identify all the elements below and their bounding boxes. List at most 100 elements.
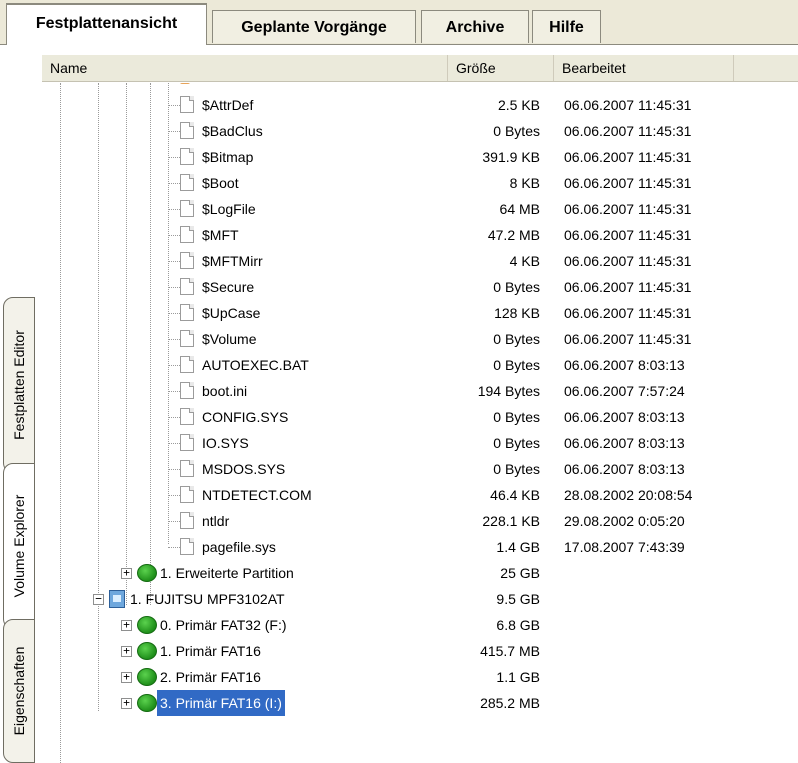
file-modified: 06.06.2007 8:03:13 [564,409,685,425]
partition-size: 285.2 MB [480,695,540,711]
tree-node-partition[interactable]: + 1. Primär FAT16 415.7 MB [42,638,798,664]
column-header-name[interactable]: Name [42,55,448,81]
list-item[interactable]: $LogFile 64 MB 06.06.2007 11:45:31 [42,196,798,222]
file-name: pagefile.sys [202,539,276,555]
list-item[interactable]: IO.SYS 0 Bytes 06.06.2007 8:03:13 [42,430,798,456]
file-icon [180,330,194,347]
file-tree-list: $AttrDef 2.5 KB 06.06.2007 11:45:31 $Bad… [42,83,798,763]
tab-festplattenansicht[interactable]: Festplattenansicht [6,3,207,45]
file-modified: 06.06.2007 11:45:31 [564,227,692,243]
side-tab-label: Festplatten Editor [11,330,27,440]
tree-node-partition[interactable]: + 2. Primär FAT16 1.1 GB [42,664,798,690]
file-size: 0 Bytes [493,279,540,295]
tree-node-partition[interactable]: + 1. Erweiterte Partition 25 GB [42,560,798,586]
list-item[interactable]: boot.ini 194 Bytes 06.06.2007 7:57:24 [42,378,798,404]
tab-geplante-vorgaenge[interactable]: Geplante Vorgänge [212,10,416,43]
file-icon [180,356,194,373]
list-item[interactable]: MSDOS.SYS 0 Bytes 06.06.2007 8:03:13 [42,456,798,482]
file-icon [180,304,194,321]
file-size: 46.4 KB [490,487,540,503]
list-item[interactable]: ntldr 228.1 KB 29.08.2002 0:05:20 [42,508,798,534]
partition-name: 2. Primär FAT16 [160,669,261,685]
file-size: 391.9 KB [482,149,540,165]
file-size: 0 Bytes [493,357,540,373]
list-item[interactable]: $AttrDef 2.5 KB 06.06.2007 11:45:31 [42,92,798,118]
file-modified: 06.06.2007 11:45:31 [564,253,692,269]
side-tab-eigenschaften[interactable]: Eigenschaften [3,619,35,763]
file-modified: 29.08.2002 0:05:20 [564,513,685,529]
side-tab-strip: Festplatten Editor Volume Explorer Eigen… [0,45,42,763]
expand-plus-icon[interactable]: + [121,645,132,657]
file-size: 1.4 GB [496,539,540,555]
column-header-size[interactable]: Größe [448,55,554,81]
file-name: $Secure [202,279,255,295]
file-icon [180,278,194,295]
file-name: $Boot [202,175,239,191]
expand-plus-icon[interactable]: + [121,567,132,579]
partition-size: 1.1 GB [496,669,540,685]
tree-branch [168,469,180,470]
file-size: 0 Bytes [493,123,540,139]
side-tab-volume-explorer[interactable]: Volume Explorer [3,463,35,629]
file-size: 128 KB [494,305,540,321]
file-name: $BadClus [202,123,263,139]
collapse-minus-icon[interactable]: − [93,593,104,605]
file-icon [180,174,194,191]
list-item[interactable]: pagefile.sys 1.4 GB 17.08.2007 7:43:39 [42,534,798,560]
file-modified: 06.06.2007 11:45:31 [564,149,692,165]
partition-name: 1. Primär FAT16 [160,643,261,659]
list-item[interactable]: $BadClus 0 Bytes 06.06.2007 11:45:31 [42,118,798,144]
expand-plus-icon[interactable]: + [121,619,132,631]
file-name: IO.SYS [202,435,249,451]
list-item[interactable]: $Boot 8 KB 06.06.2007 11:45:31 [42,170,798,196]
list-item[interactable]: CONFIG.SYS 0 Bytes 06.06.2007 8:03:13 [42,404,798,430]
column-header-modified[interactable]: Bearbeitet [554,55,734,81]
file-size: 194 Bytes [477,383,540,399]
file-icon [180,252,194,269]
file-name: $Volume [202,331,257,347]
list-item[interactable]: NTDETECT.COM 46.4 KB 28.08.2002 20:08:54 [42,482,798,508]
partition-icon [137,616,157,634]
list-item[interactable]: $MFT 47.2 MB 06.06.2007 11:45:31 [42,222,798,248]
expand-plus-icon[interactable]: + [121,697,132,709]
file-size: 0 Bytes [493,331,540,347]
file-modified: 17.08.2007 7:43:39 [564,539,685,555]
tree-branch [168,261,180,262]
tree-node-partition-selected[interactable]: + 3. Primär FAT16 (I:) 285.2 MB [42,690,798,716]
expand-plus-icon[interactable]: + [121,671,132,683]
disk-name: 1. FUJITSU MPF3102AT [130,591,285,607]
tree-node-disk[interactable]: − 1. FUJITSU MPF3102AT 9.5 GB [42,586,798,612]
tab-archive[interactable]: Archive [421,10,529,43]
list-item[interactable]: $MFTMirr 4 KB 06.06.2007 11:45:31 [42,248,798,274]
list-item[interactable]: $UpCase 128 KB 06.06.2007 11:45:31 [42,300,798,326]
list-item[interactable]: $Bitmap 391.9 KB 06.06.2007 11:45:31 [42,144,798,170]
tree-branch [168,287,180,288]
side-tab-label: Eigenschaften [11,646,27,736]
file-icon [180,408,194,425]
file-modified: 06.06.2007 11:45:31 [564,305,692,321]
file-icon [180,486,194,503]
file-modified: 28.08.2002 20:08:54 [564,487,693,503]
list-item[interactable]: AUTOEXEC.BAT 0 Bytes 06.06.2007 8:03:13 [42,352,798,378]
file-size: 47.2 MB [487,227,540,243]
file-icon [180,122,194,139]
file-modified: 06.06.2007 8:03:13 [564,435,685,451]
list-item[interactable]: $Secure 0 Bytes 06.06.2007 11:45:31 [42,274,798,300]
partition-name: 1. Erweiterte Partition [160,565,294,581]
file-icon [180,460,194,477]
folder-edge-icon [180,83,190,84]
list-item[interactable]: $Volume 0 Bytes 06.06.2007 11:45:31 [42,326,798,352]
list-header: Name Größe Bearbeitet [42,55,798,82]
file-name: boot.ini [202,383,248,399]
tree-branch [168,157,180,158]
file-size: 0 Bytes [493,435,540,451]
file-name: $MFT [202,227,239,243]
tree-node-partition[interactable]: + 0. Primär FAT32 (F:) 6.8 GB [42,612,798,638]
file-icon [180,226,194,243]
tree-branch [168,417,180,418]
file-modified: 06.06.2007 11:45:31 [564,97,692,113]
tab-hilfe[interactable]: Hilfe [532,10,601,43]
file-icon [180,200,194,217]
side-tab-festplatten-editor[interactable]: Festplatten Editor [3,297,35,473]
file-name: $LogFile [202,201,256,217]
